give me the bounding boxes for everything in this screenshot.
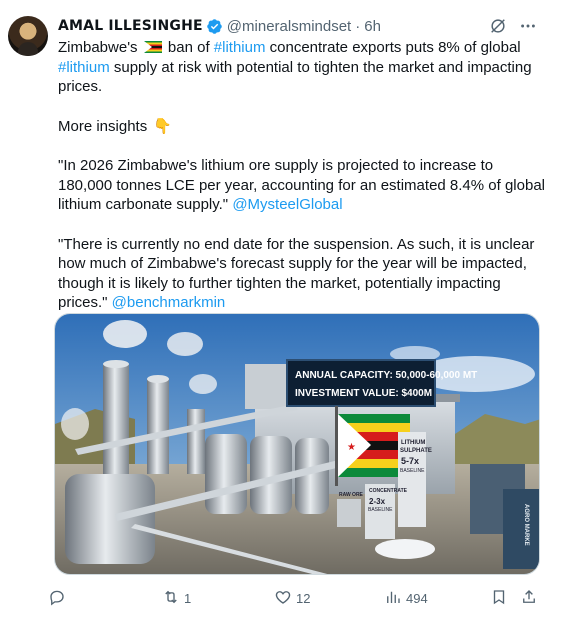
verified-badge-icon xyxy=(206,18,223,35)
tweet-header: AMAL ILLESINGHE @mineralsmindset · 6h xyxy=(58,16,381,36)
tweet-card[interactable]: AMAL ILLESINGHE @mineralsmindset · 6h Zi… xyxy=(0,0,566,625)
plant-illustration: ANNUAL CAPACITY: 50,000-60,000 MT INVEST… xyxy=(55,314,539,574)
tweet-paragraph-2: More insights 👇 xyxy=(58,117,548,137)
pointing-down-emoji: 👇 xyxy=(153,117,173,135)
text-segment: concentrate exports puts 8% of global xyxy=(265,39,521,56)
share-button[interactable] xyxy=(520,584,538,612)
flag-star: ★ xyxy=(347,442,356,453)
retweet-count: 1 xyxy=(184,590,192,606)
billboard-investment: INVESTMENT VALUE: $400M xyxy=(295,388,432,399)
separator-dot: · xyxy=(355,17,361,35)
reply-icon xyxy=(48,588,66,609)
display-name[interactable]: AMAL ILLESINGHE xyxy=(58,18,203,34)
hashtag-lithium[interactable]: #lithium xyxy=(214,39,266,56)
tweet-paragraph-4: "There is currently no end date for the … xyxy=(58,235,548,313)
text-segment: More insights xyxy=(58,117,152,135)
mention-benchmarkmin[interactable]: @benchmarkmin xyxy=(112,294,226,311)
top-right-actions xyxy=(488,16,538,36)
label-raw-ore: RAW ORE xyxy=(339,492,364,498)
tweet-text: Zimbabwe's ban of #lithium concentrate e… xyxy=(58,38,548,333)
retweet-icon xyxy=(162,588,180,609)
label-sulphate: SULPHATE xyxy=(400,448,432,454)
like-button[interactable]: 12 xyxy=(274,584,310,612)
text-segment: ban of xyxy=(163,39,214,56)
more-icon[interactable] xyxy=(518,16,538,36)
avatar[interactable] xyxy=(8,16,48,56)
reply-button[interactable] xyxy=(48,584,70,612)
retweet-button[interactable]: 1 xyxy=(162,584,191,612)
like-icon xyxy=(274,588,292,609)
views-count: 494 xyxy=(406,590,428,606)
billboard-capacity: ANNUAL CAPACITY: 50,000-60,000 MT xyxy=(295,370,477,381)
text-segment: supply at risk with potential to tighten… xyxy=(58,58,532,96)
label-concentrate: CONCENTRATE xyxy=(369,488,408,494)
tweet-actions: 1 12 494 xyxy=(48,584,548,612)
share-icon xyxy=(520,588,538,609)
label-sulphate-multiplier: 5-7x xyxy=(401,456,419,466)
label-concentrate-multiplier: 2-3x xyxy=(369,497,386,506)
views-button[interactable]: 494 xyxy=(384,584,428,612)
timestamp[interactable]: 6h xyxy=(364,18,381,35)
views-icon xyxy=(384,588,402,609)
tweet-paragraph-1: Zimbabwe's ban of #lithium concentrate e… xyxy=(58,38,548,97)
grok-icon[interactable] xyxy=(488,16,508,36)
tweet-paragraph-3: "In 2026 Zimbabwe's lithium ore supply i… xyxy=(58,156,548,215)
zimbabwe-flag-emoji xyxy=(143,41,162,53)
handle[interactable]: @mineralsmindset xyxy=(227,18,351,35)
tweet-image[interactable]: ANNUAL CAPACITY: 50,000-60,000 MT INVEST… xyxy=(54,313,540,575)
label-concentrate-baseline: BASELINE xyxy=(368,507,393,513)
like-count: 12 xyxy=(296,590,311,606)
label-sulphate-baseline: BASELINE xyxy=(400,468,425,474)
hashtag-lithium[interactable]: #lithium xyxy=(58,59,110,76)
mention-mysteelglobal[interactable]: @MysteelGlobal xyxy=(232,196,342,213)
text-segment: Zimbabwe's xyxy=(58,39,142,56)
bookmark-icon xyxy=(490,588,508,609)
bookmark-button[interactable] xyxy=(490,584,508,612)
label-truck: AGRO MARKE xyxy=(523,504,529,546)
label-lithium: LITHIUM xyxy=(401,440,425,446)
